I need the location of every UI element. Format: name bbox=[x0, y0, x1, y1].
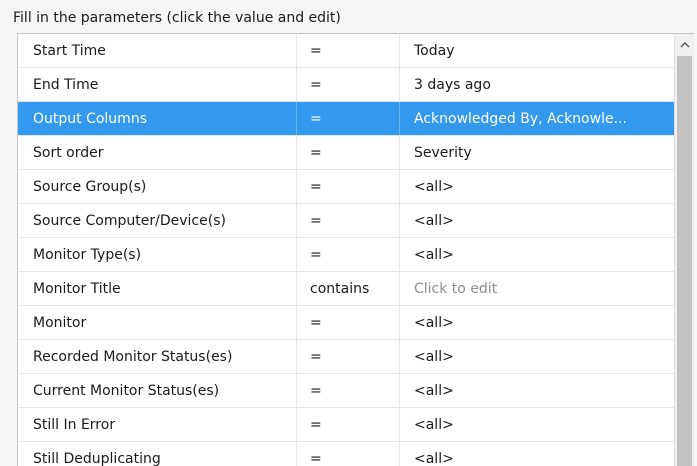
parameter-row[interactable]: Monitor Type(s) = <all> bbox=[18, 238, 674, 272]
parameter-name: Start Time bbox=[18, 34, 297, 67]
parameter-value[interactable]: <all> bbox=[400, 238, 674, 271]
parameter-value[interactable]: <all> bbox=[400, 204, 674, 237]
parameter-value[interactable]: <all> bbox=[400, 340, 674, 373]
parameter-name: Source Group(s) bbox=[18, 170, 297, 203]
parameters-rows: Start Time = Today End Time = 3 days ago Outpu… bbox=[18, 34, 674, 466]
parameter-row[interactable]: Source Computer/Device(s) = <all> bbox=[18, 204, 674, 238]
parameter-value[interactable]: <all> bbox=[400, 306, 674, 339]
parameter-name: Still Deduplicating bbox=[18, 442, 297, 466]
parameters-caption: Fill in the parameters (click the value … bbox=[13, 10, 341, 26]
parameter-row[interactable]: Current Monitor Status(es) = <all> bbox=[18, 374, 674, 408]
parameter-operator: = bbox=[297, 170, 400, 203]
parameter-operator: contains bbox=[297, 272, 400, 305]
parameter-name: Current Monitor Status(es) bbox=[18, 374, 297, 407]
parameter-operator: = bbox=[297, 306, 400, 339]
parameter-operator: = bbox=[297, 408, 400, 441]
parameter-row[interactable]: Source Group(s) = <all> bbox=[18, 170, 674, 204]
parameter-value[interactable]: <all> bbox=[400, 170, 674, 203]
vertical-scrollbar[interactable] bbox=[674, 34, 694, 466]
parameter-row[interactable]: Monitor = <all> bbox=[18, 306, 674, 340]
parameter-row[interactable]: Recorded Monitor Status(es) = <all> bbox=[18, 340, 674, 374]
parameters-grid: Start Time = Today End Time = 3 days ago Outpu… bbox=[17, 33, 694, 466]
parameter-value[interactable]: <all> bbox=[400, 408, 674, 441]
parameter-name: Still In Error bbox=[18, 408, 297, 441]
parameter-operator: = bbox=[297, 102, 400, 135]
parameter-value[interactable]: Acknowledged By, Acknowle... bbox=[400, 102, 674, 135]
parameter-name: Recorded Monitor Status(es) bbox=[18, 340, 297, 373]
parameter-operator: = bbox=[297, 68, 400, 101]
parameter-value[interactable]: 3 days ago bbox=[400, 68, 674, 101]
parameter-operator: = bbox=[297, 374, 400, 407]
parameter-value[interactable]: Severity bbox=[400, 136, 674, 169]
parameter-row[interactable]: Start Time = Today bbox=[18, 34, 674, 68]
parameter-value[interactable]: <all> bbox=[400, 374, 674, 407]
parameter-row[interactable]: Monitor Title contains Click to edit bbox=[18, 272, 674, 306]
parameter-operator: = bbox=[297, 136, 400, 169]
chevron-up-icon bbox=[680, 41, 689, 47]
parameter-name: Sort order bbox=[18, 136, 297, 169]
parameter-name: Output Columns bbox=[18, 102, 297, 135]
scroll-thumb[interactable] bbox=[677, 56, 692, 466]
parameter-row[interactable]: Still In Error = <all> bbox=[18, 408, 674, 442]
parameter-name: Monitor Title bbox=[18, 272, 297, 305]
parameter-operator: = bbox=[297, 238, 400, 271]
parameter-row[interactable]: Still Deduplicating = <all> bbox=[18, 442, 674, 466]
parameter-row[interactable]: Sort order = Severity bbox=[18, 136, 674, 170]
parameter-name: Source Computer/Device(s) bbox=[18, 204, 297, 237]
scroll-up-button[interactable] bbox=[675, 34, 694, 54]
parameter-operator: = bbox=[297, 34, 400, 67]
parameter-name: Monitor Type(s) bbox=[18, 238, 297, 271]
parameter-value[interactable]: <all> bbox=[400, 442, 674, 466]
parameter-operator: = bbox=[297, 204, 400, 237]
parameter-operator: = bbox=[297, 340, 400, 373]
parameter-operator: = bbox=[297, 442, 400, 466]
parameter-row[interactable]: Output Columns = Acknowledged By, Acknowle… bbox=[18, 102, 674, 136]
parameter-row[interactable]: End Time = 3 days ago bbox=[18, 68, 674, 102]
parameter-value[interactable]: Today bbox=[400, 34, 674, 67]
parameter-name: Monitor bbox=[18, 306, 297, 339]
parameter-name: End Time bbox=[18, 68, 297, 101]
parameter-value-placeholder[interactable]: Click to edit bbox=[400, 272, 674, 305]
